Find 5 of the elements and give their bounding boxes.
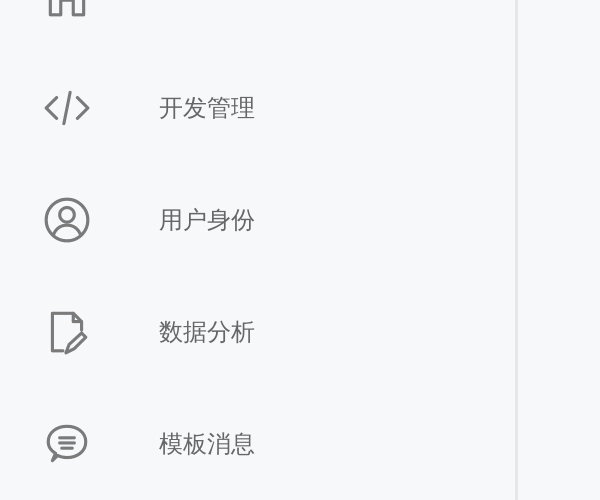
- sidebar-item[interactable]: 模板消息: [159, 428, 255, 460]
- sidebar-item[interactable]: 数据分析: [159, 316, 255, 348]
- sidebar-item[interactable]: 开发管理: [159, 92, 255, 124]
- sidebar-item[interactable]: 用户身份: [159, 204, 255, 236]
- user-icon: [42, 195, 92, 245]
